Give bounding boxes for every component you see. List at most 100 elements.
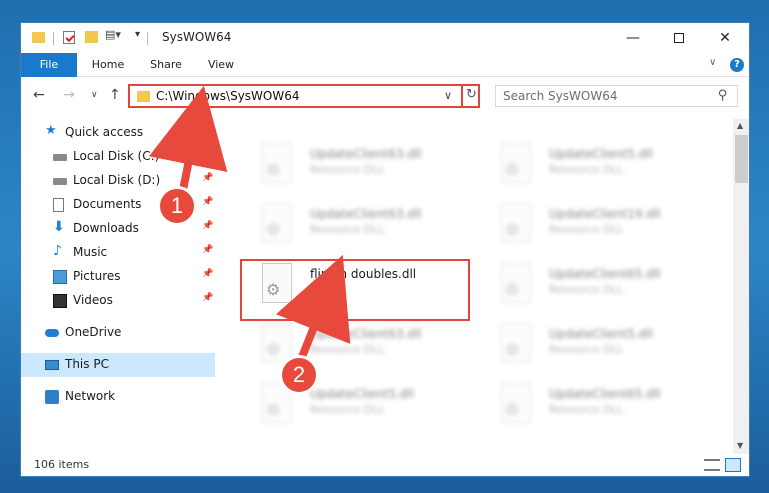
dll-file-icon [501, 383, 531, 423]
customize-toolbar-icon[interactable]: ▤▾ [105, 28, 121, 41]
recent-locations-button[interactable]: ∨ [91, 90, 98, 100]
sidebar-item-quick-access[interactable]: ★ Quick access [21, 121, 215, 145]
pin-icon[interactable]: 📌 [202, 197, 213, 207]
pin-icon[interactable]: 📌 [202, 173, 213, 183]
file-type: Resource DLL [549, 283, 624, 296]
videos-icon [53, 294, 67, 308]
dll-file-icon [262, 203, 292, 243]
file-item[interactable]: UpdateClient5.dll Resource DLL [477, 139, 707, 191]
minimize-button[interactable]: — [610, 23, 656, 53]
file-name: UpdateClient65.dll [549, 387, 661, 401]
window-title: SysWOW64 [162, 30, 232, 44]
file-item[interactable]: UpdateClient63.dll Resource DLL [238, 319, 468, 371]
address-divider [461, 86, 463, 106]
file-list: UpdateClient63.dllResource DLLUpdateClie… [216, 119, 733, 454]
file-item[interactable]: UpdateClient65.dll Resource DLL [477, 379, 707, 431]
file-item[interactable]: UpdateClient63.dll Resource DLL [238, 139, 468, 191]
file-name: UpdateClient65.dll [549, 267, 661, 281]
sidebar-item-label: Local Disk (C:) [73, 149, 160, 163]
network-icon [45, 390, 59, 404]
toolbar-dropdown-icon[interactable]: ▾ [135, 29, 140, 40]
file-type: Resource DLL [310, 403, 385, 416]
sidebar-item-music[interactable]: ♪ Music 📌 [21, 241, 215, 265]
file-type: Resource DLL [549, 163, 624, 176]
address-dropdown-icon[interactable]: ∨ [444, 89, 452, 102]
file-name: UpdateClient19.dll [549, 207, 661, 221]
explorer-window: ▤▾ ▾ SysWOW64 — ✕ File Home Share View ∨… [20, 22, 750, 477]
local-disk-icon [53, 154, 67, 161]
folder-icon[interactable] [32, 32, 45, 43]
navigation-pane: ★ Quick access Local Disk (C:) 📌 Local Disk … [21, 119, 215, 454]
file-item[interactable]: UpdateClient65.dll Resource DLL [477, 259, 707, 311]
file-item[interactable]: UpdateClient5.dll Resource DLL [477, 319, 707, 371]
pin-icon[interactable]: 📌 [202, 221, 213, 231]
vertical-scrollbar[interactable]: ▲ ▼ [733, 119, 749, 454]
sidebar-item-label: Downloads [73, 221, 139, 235]
search-icon[interactable]: ⚲ [718, 88, 728, 103]
maximize-button[interactable] [656, 23, 702, 53]
sidebar-item-network[interactable]: Network [21, 385, 215, 409]
sidebar-item-this-pc[interactable]: This PC [21, 353, 215, 377]
back-button[interactable]: ← [33, 87, 45, 103]
title-bar: ▤▾ ▾ SysWOW64 — ✕ [21, 23, 749, 53]
step-badge-2: 2 [279, 355, 319, 395]
up-button[interactable]: ↑ [109, 87, 121, 103]
star-icon: ★ [45, 123, 57, 138]
sidebar-item-pictures[interactable]: Pictures 📌 [21, 265, 215, 289]
sidebar-item-local-disk-c[interactable]: Local Disk (C:) 📌 [21, 145, 215, 169]
file-type: Resource DLL [310, 163, 385, 176]
file-type: Resource DLL [549, 343, 624, 356]
file-name: UpdateClient63.dll [310, 327, 422, 341]
file-name: UpdateClient5.dll [549, 327, 653, 341]
file-type: Resource DLL [310, 223, 385, 236]
file-item[interactable]: UpdateClient19.dll Resource DLL [477, 199, 707, 251]
file-name: UpdateClient5.dll [549, 147, 653, 161]
sidebar-item-videos[interactable]: Videos 📌 [21, 289, 215, 313]
ribbon: File Home Share View ∨ ? [21, 53, 749, 77]
search-input[interactable]: Search SysWOW64 ⚲ [495, 85, 738, 107]
tab-view[interactable]: View [198, 53, 244, 77]
item-count: 106 items [34, 458, 90, 471]
refresh-icon[interactable]: ↻ [466, 87, 477, 102]
file-name: UpdateClient63.dll [310, 207, 422, 221]
forward-button[interactable]: → [63, 87, 75, 103]
maximize-icon [674, 33, 684, 43]
file-type: Resource DLL [549, 223, 624, 236]
scroll-up-icon[interactable]: ▲ [737, 121, 743, 130]
toolbar-divider [53, 32, 54, 45]
sidebar-item-label: Quick access [65, 125, 144, 139]
expand-ribbon-icon[interactable]: ∨ [709, 57, 716, 68]
address-path[interactable]: C:\Windows\SysWOW64 [156, 89, 300, 103]
file-name: UpdateClient5.dll [310, 387, 414, 401]
pin-icon[interactable]: 📌 [202, 149, 213, 159]
documents-icon [53, 198, 64, 212]
tab-home[interactable]: Home [85, 53, 131, 77]
help-icon[interactable]: ? [730, 58, 744, 72]
large-icons-view-icon[interactable] [725, 458, 741, 472]
file-item[interactable]: UpdateClient63.dll Resource DLL [238, 199, 468, 251]
pin-icon[interactable]: 📌 [202, 245, 213, 255]
tab-file[interactable]: File [21, 53, 77, 77]
navigation-bar: ← → ∨ ↑ C:\Windows\SysWOW64 ∨ ↻ Search S… [21, 81, 749, 113]
sidebar-item-label: This PC [65, 357, 109, 371]
tab-share[interactable]: Share [143, 53, 189, 77]
search-placeholder: Search SysWOW64 [503, 89, 618, 103]
sidebar-item-onedrive[interactable]: OneDrive [21, 321, 215, 345]
scroll-thumb[interactable] [735, 135, 748, 183]
details-view-icon[interactable] [704, 459, 720, 471]
pin-icon[interactable]: 📌 [202, 293, 213, 303]
close-button[interactable]: ✕ [702, 23, 748, 53]
address-bar[interactable]: C:\Windows\SysWOW64 ∨ ↻ [128, 84, 480, 108]
sidebar-item-label: Pictures [73, 269, 121, 283]
sidebar-item-label: Documents [73, 197, 142, 211]
pin-icon[interactable]: 📌 [202, 269, 213, 279]
properties-icon[interactable] [63, 31, 75, 44]
file-name: UpdateClient63.dll [310, 147, 422, 161]
file-type: Resource DLL [310, 343, 385, 356]
file-item[interactable]: UpdateClient5.dll Resource DLL [238, 379, 468, 431]
new-folder-icon[interactable] [85, 31, 98, 43]
status-bar: 106 items [21, 454, 749, 476]
scroll-down-icon[interactable]: ▼ [737, 441, 743, 450]
onedrive-icon [45, 329, 59, 337]
folder-icon [137, 91, 150, 102]
